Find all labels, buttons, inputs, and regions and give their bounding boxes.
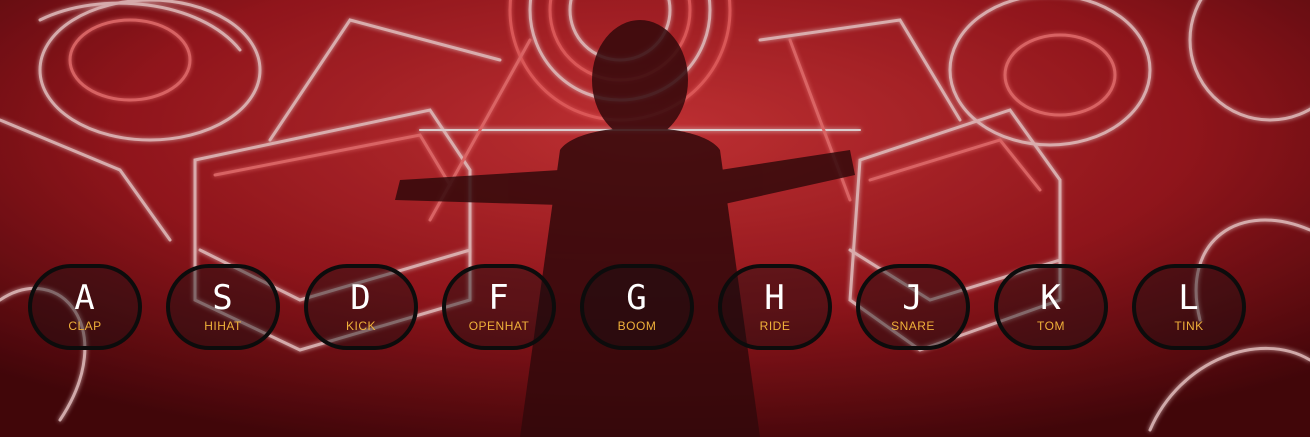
key-h-ride[interactable]: H RIDE: [718, 264, 832, 350]
key-letter: D: [350, 278, 372, 318]
key-letter: A: [74, 278, 96, 318]
key-a-clap[interactable]: A CLAP: [28, 264, 142, 350]
neon-background-image: [0, 0, 1310, 437]
key-l-tink[interactable]: L TINK: [1132, 264, 1246, 350]
key-letter: J: [902, 278, 924, 318]
key-letter: F: [488, 278, 510, 318]
key-j-snare[interactable]: J SNARE: [856, 264, 970, 350]
key-sound-label: TOM: [1037, 319, 1065, 333]
key-letter: S: [212, 278, 234, 318]
drum-keys: A CLAP S HIHAT D KICK F OPENHAT G BOOM H…: [0, 264, 1310, 356]
key-d-kick[interactable]: D KICK: [304, 264, 418, 350]
key-sound-label: TINK: [1174, 319, 1204, 333]
key-sound-label: SNARE: [891, 319, 935, 333]
key-letter: K: [1040, 278, 1062, 318]
key-g-boom[interactable]: G BOOM: [580, 264, 694, 350]
key-sound-label: CLAP: [68, 319, 102, 333]
key-letter: L: [1178, 278, 1200, 318]
key-sound-label: OPENHAT: [468, 319, 530, 333]
key-sound-label: BOOM: [617, 319, 657, 333]
key-k-tom[interactable]: K TOM: [994, 264, 1108, 350]
key-sound-label: HIHAT: [204, 319, 242, 333]
key-sound-label: KICK: [345, 319, 376, 333]
key-letter: H: [764, 278, 786, 318]
key-f-openhat[interactable]: F OPENHAT: [442, 264, 556, 350]
key-letter: G: [626, 278, 648, 318]
key-s-hihat[interactable]: S HIHAT: [166, 264, 280, 350]
drum-kit-app: A CLAP S HIHAT D KICK F OPENHAT G BOOM H…: [0, 0, 1310, 437]
key-sound-label: RIDE: [759, 319, 791, 333]
